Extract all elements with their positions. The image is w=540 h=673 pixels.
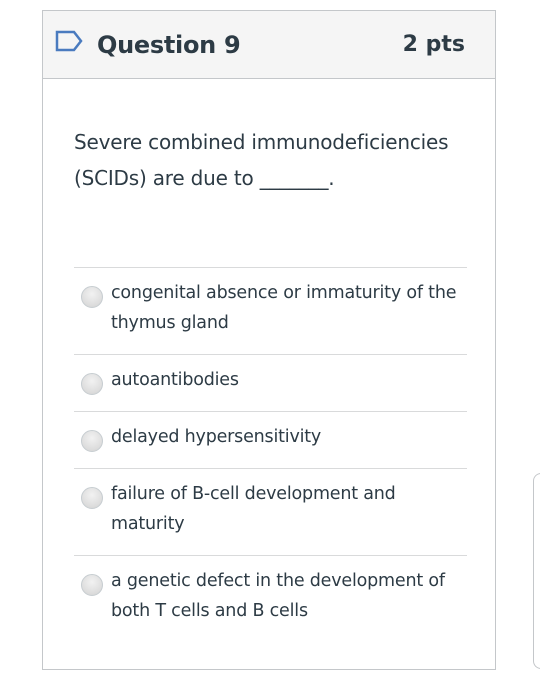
answer-label[interactable]: autoantibodies (111, 365, 239, 395)
question-title: Question 9 (97, 30, 241, 59)
question-points: 2 pts (402, 32, 465, 57)
radio-button[interactable] (81, 430, 103, 452)
answer-option[interactable]: autoantibodies (74, 354, 467, 411)
radio-button[interactable] (81, 373, 103, 395)
answer-list: congenital absence or immaturity of the … (74, 267, 467, 642)
question-card: Question 9 2 pts Severe combined immunod… (42, 10, 496, 670)
answer-option[interactable]: delayed hypersensitivity (74, 411, 467, 468)
answer-label[interactable]: a genetic defect in the development of b… (111, 566, 467, 626)
answer-option[interactable]: failure of B-cell development and maturi… (74, 468, 467, 555)
answer-option[interactable]: congenital absence or immaturity of the … (74, 267, 467, 354)
question-header: Question 9 2 pts (43, 11, 495, 79)
answer-label[interactable]: congenital absence or immaturity of the … (111, 278, 467, 338)
answer-label[interactable]: failure of B-cell development and maturi… (111, 479, 467, 539)
question-text: Severe combined immunodeficiencies (SCID… (74, 130, 449, 190)
radio-button[interactable] (81, 574, 103, 596)
answer-label[interactable]: delayed hypersensitivity (111, 422, 321, 452)
radio-button[interactable] (81, 286, 103, 308)
side-panel-edge[interactable] (533, 473, 540, 669)
radio-button[interactable] (81, 487, 103, 509)
flag-question-icon[interactable] (55, 30, 83, 52)
answer-option[interactable]: a genetic defect in the development of b… (74, 555, 467, 642)
